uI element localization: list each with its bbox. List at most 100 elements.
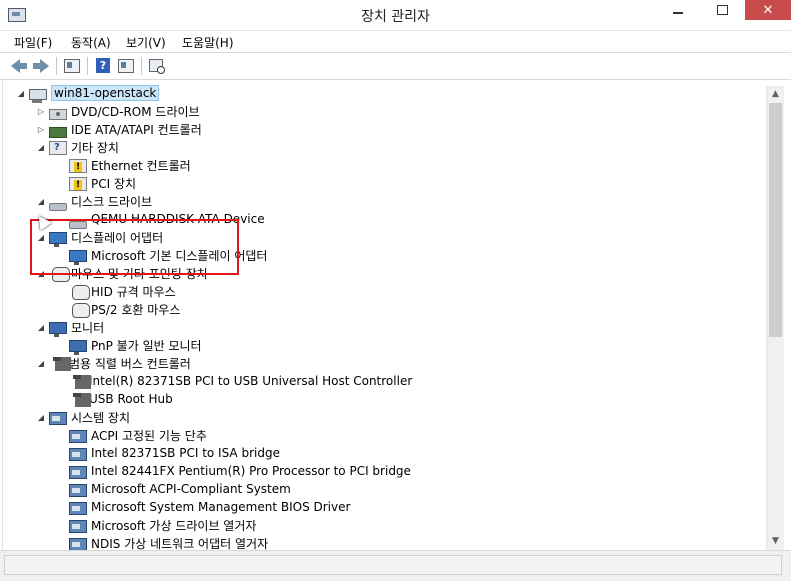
toolbar-separator — [87, 57, 88, 75]
back-button[interactable] — [10, 57, 28, 75]
toolbar: ? — [0, 53, 791, 80]
tree-item-system-devices[interactable]: ◢ 시스템 장치 — [37, 408, 130, 426]
tree-item-label: Intel 82371SB PCI to ISA bridge — [91, 446, 280, 460]
tree-root[interactable]: ◢ win81-openstack — [17, 84, 160, 103]
system-device-icon — [69, 465, 87, 479]
collapse-icon[interactable]: ◢ — [37, 138, 45, 156]
status-bar — [0, 550, 791, 581]
minimize-button[interactable] — [655, 0, 700, 20]
tree-item-label: PS/2 호환 마우스 — [91, 302, 181, 317]
vertical-scrollbar[interactable]: ▲ ▼ — [766, 86, 784, 550]
tree-item-label: Microsoft ACPI-Compliant System — [91, 482, 291, 496]
tree-item-virtual-drive-enumerator[interactable]: Microsoft 가상 드라이브 열거자 — [69, 516, 256, 534]
tree-item-label: Microsoft 기본 디스플레이 어댑터 — [91, 248, 268, 263]
tree-item-label: HID 규격 마우스 — [91, 284, 176, 299]
mouse-icon — [72, 302, 90, 318]
scroll-up-icon[interactable]: ▲ — [767, 86, 784, 103]
tree-item-ps2-mouse[interactable]: PS/2 호환 마우스 — [69, 300, 180, 318]
scroll-down-icon[interactable]: ▼ — [767, 533, 784, 550]
usb-icon — [73, 375, 91, 389]
tree-item-ide[interactable]: ▷ IDE ATA/ATAPI 컨트롤러 — [37, 120, 202, 138]
tree-item-label: PCI 장치 — [91, 176, 137, 191]
tree-item-label: Microsoft 가상 드라이브 열거자 — [91, 518, 257, 533]
scrollbar-thumb[interactable] — [769, 103, 782, 337]
tree-item-label: 마우스 및 기타 포인팅 장치 — [71, 266, 208, 281]
collapse-icon[interactable]: ◢ — [37, 264, 45, 282]
warning-device-icon — [69, 159, 87, 173]
tree-item-label: Intel 82441FX Pentium(R) Pro Processor t… — [91, 464, 411, 478]
tree-item-disk-drives[interactable]: ◢ 디스크 드라이브 — [37, 192, 153, 211]
tree-item-pci-bridge[interactable]: Intel 82441FX Pentium(R) Pro Processor t… — [69, 462, 411, 480]
tree-item-usb-controllers[interactable]: ◢ 범용 직렬 버스 컨트롤러 — [37, 354, 191, 372]
other-devices-icon — [49, 141, 67, 155]
tree-item-label: 범용 직렬 버스 컨트롤러 — [69, 356, 191, 371]
back-icon — [11, 59, 27, 73]
tree-item-hid-mouse[interactable]: HID 규격 마우스 — [69, 282, 176, 300]
tree-item-pnp-monitor[interactable]: PnP 불가 일반 모니터 — [69, 336, 202, 355]
device-tree[interactable]: ◢ win81-openstack ▷ DVD/CD-ROM 드라이브 ▷ ID… — [2, 80, 767, 550]
toolbar-separator — [141, 57, 142, 75]
usb-icon — [73, 393, 91, 407]
tree-item-isa-bridge[interactable]: Intel 82371SB PCI to ISA bridge — [69, 444, 280, 462]
tree-item-label: NDIS 가상 네트워크 어댑터 열거자 — [91, 536, 269, 551]
tree-item-label: 모니터 — [71, 320, 105, 335]
tree-item-display-adapters[interactable]: ◢ 디스플레이 어댑터 — [37, 228, 164, 247]
title-bar: 장치 관리자 ✕ — [0, 0, 791, 31]
system-device-icon — [69, 447, 87, 461]
collapse-icon[interactable]: ◢ — [37, 228, 45, 246]
tree-item-usb-host-controller[interactable]: Intel(R) 82371SB PCI to USB Universal Ho… — [69, 372, 412, 390]
expand-icon[interactable]: ▷ — [37, 102, 45, 120]
tree-item-label: 기타 장치 — [71, 140, 119, 155]
tree-item-label: 디스크 드라이브 — [71, 194, 153, 209]
scan-hardware-button[interactable] — [148, 57, 166, 75]
menu-action[interactable]: 동작(A) — [71, 34, 111, 51]
tree-item-ethernet-controller[interactable]: Ethernet 컨트롤러 — [69, 156, 191, 174]
menu-bar: 파일(F) 동작(A) 보기(V) 도움말(H) — [0, 31, 791, 53]
menu-file[interactable]: 파일(F) — [14, 34, 52, 51]
collapse-icon[interactable]: ◢ — [37, 408, 45, 426]
collapse-icon[interactable]: ◢ — [17, 84, 25, 102]
expand-icon[interactable]: ▷ — [37, 120, 45, 138]
collapse-icon[interactable]: ◢ — [37, 192, 45, 210]
collapse-icon[interactable]: ◢ — [37, 354, 45, 372]
mouse-icon — [72, 284, 90, 300]
tree-item-label: Microsoft System Management BIOS Driver — [91, 500, 351, 514]
status-field — [4, 555, 782, 575]
console-tree-button[interactable] — [63, 57, 81, 75]
help-button[interactable]: ? — [95, 57, 113, 75]
tree-item-microsoft-display-adapter[interactable]: Microsoft 기본 디스플레이 어댑터 — [69, 246, 268, 265]
tree-item-qemu-harddisk[interactable]: QEMU HARDDISK ATA Device — [69, 210, 265, 229]
scan-hardware-icon — [149, 59, 165, 74]
tree-item-acpi-system[interactable]: Microsoft ACPI-Compliant System — [69, 480, 291, 498]
collapse-icon[interactable]: ◢ — [37, 318, 45, 336]
ide-controller-icon — [49, 126, 67, 138]
tree-item-label: Ethernet 컨트롤러 — [91, 158, 191, 173]
properties-button[interactable] — [117, 57, 135, 75]
tree-item-pci-device[interactable]: PCI 장치 — [69, 174, 136, 192]
menu-help[interactable]: 도움말(H) — [182, 34, 234, 51]
tree-item-acpi-button[interactable]: ACPI 고정된 기능 단추 — [69, 426, 207, 444]
maximize-icon — [717, 5, 728, 15]
tree-item-label: USB Root Hub — [89, 392, 173, 406]
tree-item-label: IDE ATA/ATAPI 컨트롤러 — [71, 122, 202, 137]
tree-item-mice[interactable]: ◢ 마우스 및 기타 포인팅 장치 — [37, 264, 208, 282]
system-device-icon — [69, 537, 87, 550]
computer-icon — [29, 88, 47, 103]
usb-icon — [53, 357, 71, 371]
tree-item-other-devices[interactable]: ◢ 기타 장치 — [37, 138, 119, 156]
menu-view[interactable]: 보기(V) — [126, 34, 166, 51]
system-device-icon — [69, 483, 87, 497]
tree-item-monitors[interactable]: ◢ 모니터 — [37, 318, 105, 337]
monitor-icon — [69, 340, 87, 355]
tree-item-usb-root-hub[interactable]: USB Root Hub — [69, 390, 173, 408]
tree-item-dvd[interactable]: ▷ DVD/CD-ROM 드라이브 — [37, 102, 200, 120]
forward-button[interactable] — [32, 57, 50, 75]
tree-item-label: ACPI 고정된 기능 단추 — [91, 428, 207, 443]
tree-item-label: 디스플레이 어댑터 — [71, 230, 164, 245]
forward-icon — [33, 59, 49, 73]
close-button[interactable]: ✕ — [745, 0, 791, 20]
system-device-icon — [69, 429, 87, 443]
tree-item-ndis-enumerator[interactable]: NDIS 가상 네트워크 어댑터 열거자 — [69, 534, 268, 550]
maximize-button[interactable] — [700, 0, 745, 20]
tree-item-smbios-driver[interactable]: Microsoft System Management BIOS Driver — [69, 498, 350, 516]
